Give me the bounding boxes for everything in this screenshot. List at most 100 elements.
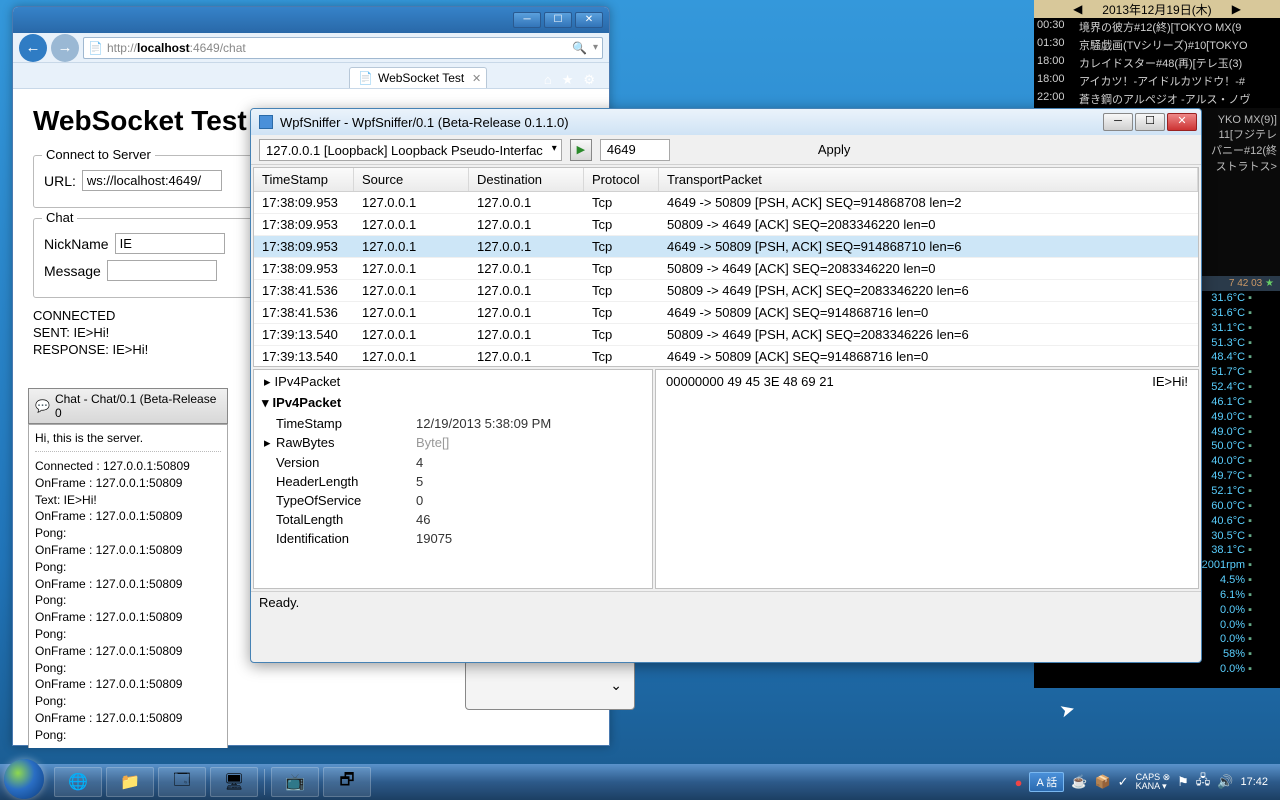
chat-log-line: Pong: — [35, 592, 221, 609]
network-icon[interactable]: 🖧 — [1196, 771, 1211, 793]
schedule-item[interactable]: 00:30境界の彼方#12(終)[TOKYO MX(9 — [1034, 18, 1280, 36]
chat-log: Connected : 127.0.0.1:50809OnFrame : 127… — [35, 458, 221, 744]
home-icon[interactable]: ⌂ — [544, 72, 552, 88]
chat-log-line: Pong: — [35, 559, 221, 576]
tab-close-icon[interactable]: ✕ — [472, 72, 481, 85]
chat-log-line: OnFrame : 127.0.0.1:50809 — [35, 676, 221, 693]
partial-window-chevron[interactable]: ⌄ — [465, 660, 635, 710]
chat-window: 💬 Chat - Chat/0.1 (Beta-Release 0 Hi, th… — [28, 388, 228, 748]
chat-log-line: Pong: — [35, 693, 221, 710]
close-button[interactable]: ✕ — [575, 12, 603, 28]
chat-log-line: OnFrame : 127.0.0.1:50809 — [35, 475, 221, 492]
capture-button[interactable]: ▶ — [570, 139, 592, 161]
tray-icon[interactable]: 📦 — [1094, 774, 1110, 790]
packet-row[interactable]: 17:38:41.536127.0.0.1127.0.0.1Tcp4649 ->… — [254, 302, 1198, 324]
detail-property[interactable]: TypeOfService0 — [254, 491, 652, 510]
taskbar-explorer-button[interactable]: 📁 — [106, 767, 154, 797]
tv-schedule: 00:30境界の彼方#12(終)[TOKYO MX(901:30京騒戯画(TVシ… — [1034, 18, 1280, 108]
clock[interactable]: 17:42 — [1240, 776, 1268, 788]
detail-property[interactable]: Version4 — [254, 453, 652, 472]
tray-icon[interactable]: ✓ — [1118, 774, 1129, 790]
ime-indicator[interactable]: A 話 — [1029, 772, 1064, 792]
grid-header: TimeStamp Source Destination Protocol Tr… — [254, 168, 1198, 192]
taskbar-app-button[interactable]: 🖥 — [210, 767, 258, 797]
detail-property[interactable]: TotalLength46 — [254, 510, 652, 529]
server-greeting: Hi, this is the server. — [35, 431, 221, 452]
hex-view[interactable]: 00000000 49 45 3E 48 69 21 IE>Hi! — [655, 369, 1199, 589]
volume-icon[interactable]: 🔊 — [1217, 774, 1233, 790]
packet-grid[interactable]: TimeStamp Source Destination Protocol Tr… — [253, 167, 1199, 367]
tray-icon[interactable]: ● — [1015, 775, 1023, 790]
apply-label[interactable]: Apply — [818, 142, 851, 157]
maximize-button[interactable]: ☐ — [544, 12, 572, 28]
chat-titlebar[interactable]: 💬 Chat - Chat/0.1 (Beta-Release 0 — [28, 388, 228, 424]
detail-property[interactable]: ▸RawBytesByte[] — [254, 433, 652, 453]
start-button[interactable] — [4, 759, 44, 799]
action-center-icon[interactable]: ⚑ — [1177, 774, 1189, 790]
minimize-button[interactable]: ─ — [513, 12, 541, 28]
detail-property[interactable]: TimeStamp12/19/2013 5:38:09 PM — [254, 414, 652, 433]
tray-icon[interactable]: ☕ — [1071, 774, 1087, 790]
schedule-item[interactable]: 18:00アイカツ！-アイドルカツドウ！-# — [1034, 72, 1280, 90]
packet-row[interactable]: 17:38:09.953127.0.0.1127.0.0.1Tcp4649 ->… — [254, 192, 1198, 214]
detail-pane: ▸IPv4Packet ▾IPv4Packet TimeStamp12/19/2… — [253, 369, 1199, 589]
chat-log-line: OnFrame : 127.0.0.1:50809 — [35, 508, 221, 525]
chat-log-line: Pong: — [35, 727, 221, 744]
search-icon[interactable]: 🔍 — [572, 41, 587, 55]
packet-detail-tree[interactable]: ▸IPv4Packet ▾IPv4Packet TimeStamp12/19/2… — [253, 369, 653, 589]
ie-titlebar[interactable]: ─ ☐ ✕ — [13, 7, 609, 33]
chat-log-line: OnFrame : 127.0.0.1:50809 — [35, 643, 221, 660]
interface-dropdown[interactable]: 127.0.0.1 [Loopback] Loopback Pseudo-Int… — [259, 139, 562, 161]
packet-row[interactable]: 17:38:09.953127.0.0.1127.0.0.1Tcp50809 -… — [254, 258, 1198, 280]
packet-row[interactable]: 17:39:13.540127.0.0.1127.0.0.1Tcp4649 ->… — [254, 346, 1198, 367]
packet-row[interactable]: 17:38:09.953127.0.0.1127.0.0.1Tcp50809 -… — [254, 214, 1198, 236]
chat-log-line: OnFrame : 127.0.0.1:50809 — [35, 710, 221, 727]
status-bar: Ready. — [251, 591, 1201, 613]
sniffer-app-icon — [259, 115, 273, 129]
page-icon: 📄 — [358, 71, 373, 85]
mouse-cursor: ➤ — [1058, 698, 1078, 722]
sidebar-date[interactable]: ◀ 2013年12月19日(木) ▶ — [1034, 0, 1280, 18]
taskbar-app-button[interactable]: 📺 — [271, 767, 319, 797]
sniffer-titlebar[interactable]: WpfSniffer - WpfSniffer/0.1 (Beta-Releas… — [251, 109, 1201, 135]
settings-icon[interactable]: ⚙ — [583, 72, 595, 88]
url-label: URL: — [44, 173, 76, 189]
schedule-item[interactable]: 18:00カレイドスター#48(再)[テレ玉(3) — [1034, 54, 1280, 72]
schedule-item[interactable]: 22:00蒼き鋼のアルペジオ -アルス・ノヴ — [1034, 90, 1280, 108]
detail-property[interactable]: Identification19075 — [254, 529, 652, 548]
tab-websocket-test[interactable]: 📄 WebSocket Test ✕ — [349, 67, 487, 88]
minimize-button[interactable]: ─ — [1103, 113, 1133, 131]
maximize-button[interactable]: ☐ — [1135, 113, 1165, 131]
taskbar-ie-button[interactable]: 🌐 — [54, 767, 102, 797]
prev-day-icon[interactable]: ◀ — [1073, 2, 1082, 16]
globe-icon: 📄 — [88, 41, 103, 55]
schedule-item[interactable]: 01:30京騒戯画(TVシリーズ)#10[TOKYO — [1034, 36, 1280, 54]
back-button[interactable]: ← — [19, 34, 47, 62]
chat-log-line: Pong: — [35, 660, 221, 677]
sensor-value: 0.0% ▪ — [1034, 662, 1252, 677]
close-button[interactable]: ✕ — [1167, 113, 1197, 131]
url-input[interactable] — [82, 170, 222, 191]
packet-row[interactable]: 17:38:09.953127.0.0.1127.0.0.1Tcp4649 ->… — [254, 236, 1198, 258]
chat-log-line: OnFrame : 127.0.0.1:50809 — [35, 542, 221, 559]
caps-kana-indicator[interactable]: CAPS ⊗KANA ▾ — [1136, 773, 1171, 791]
chat-log-line: OnFrame : 127.0.0.1:50809 — [35, 609, 221, 626]
chat-log-line: Pong: — [35, 525, 221, 542]
next-day-icon[interactable]: ▶ — [1232, 2, 1241, 16]
forward-button[interactable]: → — [51, 34, 79, 62]
favorites-icon[interactable]: ★ — [562, 72, 574, 88]
packet-row[interactable]: 17:38:41.536127.0.0.1127.0.0.1Tcp50809 -… — [254, 280, 1198, 302]
taskbar-app-button[interactable]: 🗔 — [158, 767, 206, 797]
port-input[interactable]: 4649 — [600, 139, 670, 161]
detail-property[interactable]: HeaderLength5 — [254, 472, 652, 491]
system-tray: ● A 話 ☕ 📦 ✓ CAPS ⊗KANA ▾ ⚑ 🖧 🔊 17:42 — [1015, 771, 1276, 793]
sniffer-toolbar: 127.0.0.1 [Loopback] Loopback Pseudo-Int… — [251, 135, 1201, 165]
message-input[interactable] — [107, 260, 217, 281]
taskbar-app-button[interactable]: 🗗 — [323, 767, 371, 797]
tab-bar: 📄 WebSocket Test ✕ ⌂ ★ ⚙ — [13, 63, 609, 89]
packet-row[interactable]: 17:39:13.540127.0.0.1127.0.0.1Tcp50809 -… — [254, 324, 1198, 346]
message-label: Message — [44, 263, 101, 279]
chat-log-line: OnFrame : 127.0.0.1:50809 — [35, 576, 221, 593]
nickname-input[interactable] — [115, 233, 225, 254]
address-bar[interactable]: 📄 http://localhost:4649/chat 🔍 ▾ — [83, 37, 603, 59]
